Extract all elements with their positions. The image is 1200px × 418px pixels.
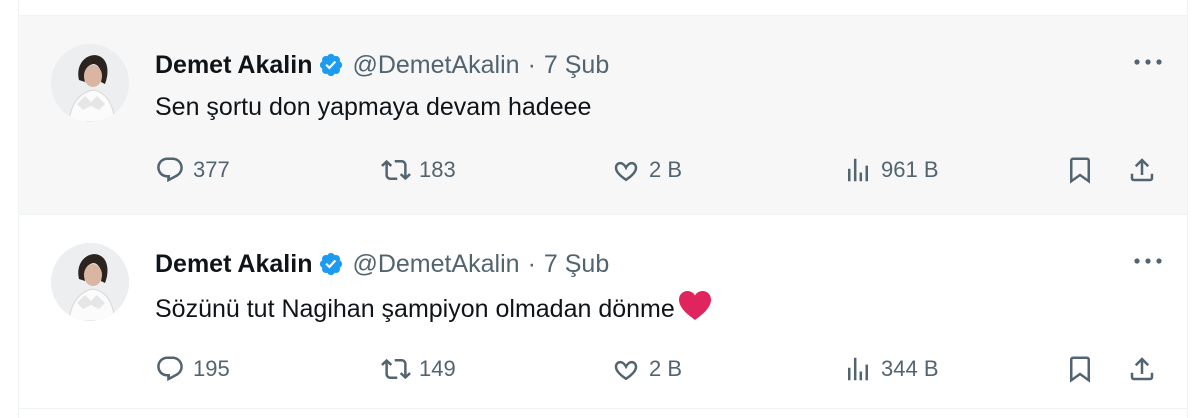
tweet[interactable]: Demet Akalin @DemetAkalin · 7 Şub Sözünü… xyxy=(19,215,1187,409)
retweet-icon xyxy=(381,358,411,380)
bookmark-button[interactable] xyxy=(1065,152,1095,188)
views-count: 344 B xyxy=(881,356,939,381)
previous-tweet-edge xyxy=(19,0,1187,16)
author-handle[interactable]: @DemetAkalin xyxy=(352,51,519,80)
retweet-count: 183 xyxy=(419,157,456,182)
retweet-button[interactable]: 183 xyxy=(381,152,456,188)
avatar[interactable] xyxy=(51,243,129,321)
tweet-feed: Demet Akalin @DemetAkalin · 7 Şub Sen şo… xyxy=(18,0,1188,418)
reply-button[interactable]: 377 xyxy=(155,152,230,188)
author-name[interactable]: Demet Akalin xyxy=(155,51,312,80)
tweet-text: Sözünü tut Nagihan şampiyon olmadan dönm… xyxy=(155,289,713,326)
tweet-date[interactable]: 7 Şub xyxy=(544,250,609,279)
bookmark-button[interactable] xyxy=(1065,351,1095,387)
like-count: 2 B xyxy=(649,356,683,381)
retweet-icon xyxy=(381,159,411,181)
more-icon[interactable] xyxy=(1131,249,1165,273)
like-button[interactable]: 2 B xyxy=(611,152,682,188)
bookmark-icon xyxy=(1070,356,1090,383)
tweet-header: Demet Akalin @DemetAkalin · 7 Şub xyxy=(155,46,609,84)
separator: · xyxy=(527,249,536,278)
like-count: 2 B xyxy=(649,157,683,182)
views-icon xyxy=(848,158,868,182)
tweet-header: Demet Akalin @DemetAkalin · 7 Şub xyxy=(155,245,609,283)
views-button[interactable]: 961 B xyxy=(843,152,939,188)
views-icon xyxy=(848,357,868,381)
tweet-actions: 377 183 2 B 961 B xyxy=(155,152,1167,188)
more-icon[interactable] xyxy=(1131,50,1165,74)
share-button[interactable] xyxy=(1127,351,1157,387)
share-icon xyxy=(1130,357,1154,381)
tweet-text-content: Sözünü tut Nagihan şampiyon olmadan dönm… xyxy=(155,295,675,323)
tweet[interactable]: Demet Akalin @DemetAkalin · 7 Şub Sen şo… xyxy=(19,16,1187,215)
reply-icon xyxy=(157,356,183,382)
reply-icon xyxy=(157,157,183,183)
separator: · xyxy=(527,50,536,79)
verified-badge-icon xyxy=(318,52,344,78)
share-icon xyxy=(1130,158,1154,182)
retweet-button[interactable]: 149 xyxy=(381,351,456,387)
like-button[interactable]: 2 B xyxy=(611,351,682,387)
author-name[interactable]: Demet Akalin xyxy=(155,250,312,279)
bookmark-icon xyxy=(1070,157,1090,184)
tweet-text-content: Sen şortu don yapmaya devam hadeee xyxy=(155,93,592,121)
reply-button[interactable]: 195 xyxy=(155,351,230,387)
red-heart-emoji-icon xyxy=(677,289,713,321)
avatar[interactable] xyxy=(51,44,129,122)
retweet-count: 149 xyxy=(419,356,456,381)
views-button[interactable]: 344 B xyxy=(843,351,939,387)
views-count: 961 B xyxy=(881,157,939,182)
verified-badge-icon xyxy=(318,251,344,277)
tweet-date[interactable]: 7 Şub xyxy=(544,51,609,80)
tweet-text: Sen şortu don yapmaya devam hadeee xyxy=(155,90,591,124)
tweet-actions: 195 149 2 B 344 B xyxy=(155,351,1167,387)
reply-count: 195 xyxy=(193,356,230,381)
reply-count: 377 xyxy=(193,157,230,182)
share-button[interactable] xyxy=(1127,152,1157,188)
author-handle[interactable]: @DemetAkalin xyxy=(352,250,519,279)
like-icon xyxy=(614,360,638,381)
like-icon xyxy=(614,161,638,182)
